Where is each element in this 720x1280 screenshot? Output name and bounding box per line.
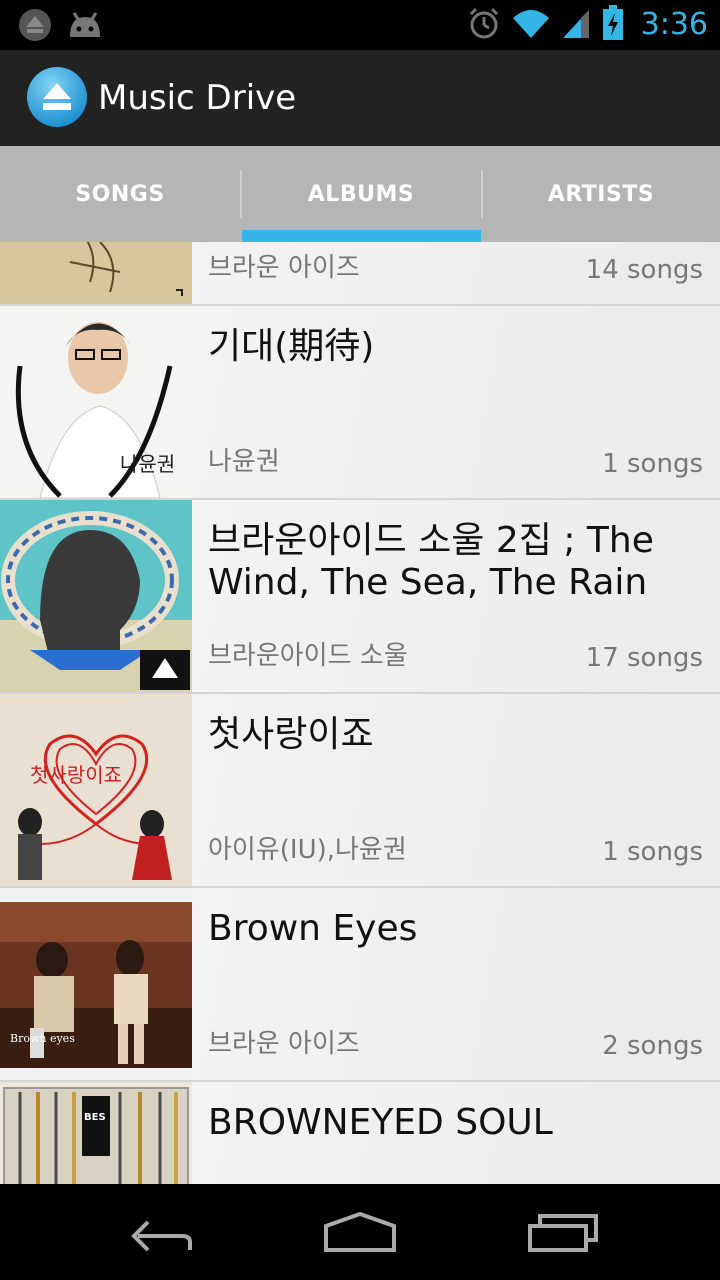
album-row[interactable]: 브라운 아이즈 14 songs xyxy=(0,242,720,306)
song-count: 1 songs xyxy=(602,449,703,479)
album-row[interactable]: 나윤권 기대(期待) 나윤권 1 songs xyxy=(0,306,720,500)
navigation-bar xyxy=(0,1184,720,1280)
song-count: 2 songs xyxy=(602,1031,703,1061)
status-bar: 3:36 xyxy=(0,0,720,50)
album-title: Brown Eyes xyxy=(208,908,418,949)
album-title: 기대(期待) xyxy=(208,326,375,367)
album-title: 첫사랑이죠 xyxy=(208,714,374,755)
wifi-icon xyxy=(511,6,551,44)
album-cover xyxy=(0,242,192,304)
app-title: Music Drive xyxy=(98,78,297,118)
tab-songs[interactable]: SONGS xyxy=(0,146,240,242)
back-icon[interactable] xyxy=(110,1202,210,1262)
svg-text:첫사랑이죠: 첫사랑이죠 xyxy=(30,763,122,787)
notification-icon xyxy=(18,8,52,46)
tab-bar: SONGS ALBUMS ARTISTS xyxy=(0,146,720,242)
eject-logo-icon[interactable] xyxy=(26,66,88,128)
album-artist: 아이유(IU),나윤권 xyxy=(208,835,407,865)
album-cover: Brown eyes xyxy=(0,888,192,1080)
song-count: 1 songs xyxy=(602,837,703,867)
home-icon[interactable] xyxy=(310,1202,410,1262)
song-count: 14 songs xyxy=(585,255,703,285)
album-cover: BES xyxy=(0,1082,192,1184)
album-cover: 나윤권 xyxy=(0,306,192,498)
signal-icon xyxy=(561,6,591,44)
album-row[interactable]: 브라운아이드 소울 2집 ; The Wind, The Sea, The Ra… xyxy=(0,500,720,694)
album-row[interactable]: 첫사랑이죠 첫사랑이죠 아이유(IU),나윤권 1 songs xyxy=(0,694,720,888)
action-bar: Music Drive xyxy=(0,50,720,146)
tab-albums[interactable]: ALBUMS xyxy=(241,146,481,242)
clock: 3:36 xyxy=(640,7,708,42)
alarm-icon xyxy=(467,6,501,44)
album-artist: 브라운아이드 소울 xyxy=(208,641,408,671)
android-icon xyxy=(66,9,104,45)
album-title: BROWNEYED SOUL xyxy=(208,1102,553,1143)
album-artist: 나윤권 xyxy=(208,447,280,477)
svg-text:나윤권: 나윤권 xyxy=(120,452,175,476)
battery-charging-icon xyxy=(601,5,625,45)
album-artist: 브라운 아이즈 xyxy=(208,1029,360,1059)
album-cover xyxy=(0,500,192,692)
album-row[interactable]: BES BROWNEYED SOUL xyxy=(0,1082,720,1184)
album-list[interactable]: 브라운 아이즈 14 songs 나윤권 기대(期待) 나윤권 1 songs xyxy=(0,242,720,1184)
album-row[interactable]: Brown eyes Brown Eyes 브라운 아이즈 2 songs xyxy=(0,888,720,1082)
album-artist: 브라운 아이즈 xyxy=(208,253,360,283)
svg-text:Brown eyes: Brown eyes xyxy=(10,1032,75,1045)
svg-text:BES: BES xyxy=(84,1112,106,1123)
album-cover: 첫사랑이죠 xyxy=(0,694,192,886)
tab-artists[interactable]: ARTISTS xyxy=(481,146,720,242)
selected-tab-indicator xyxy=(242,230,481,242)
recent-apps-icon[interactable] xyxy=(512,1202,612,1262)
album-title: 브라운아이드 소울 2집 ; The Wind, The Sea, The Ra… xyxy=(208,520,654,603)
song-count: 17 songs xyxy=(585,643,703,673)
